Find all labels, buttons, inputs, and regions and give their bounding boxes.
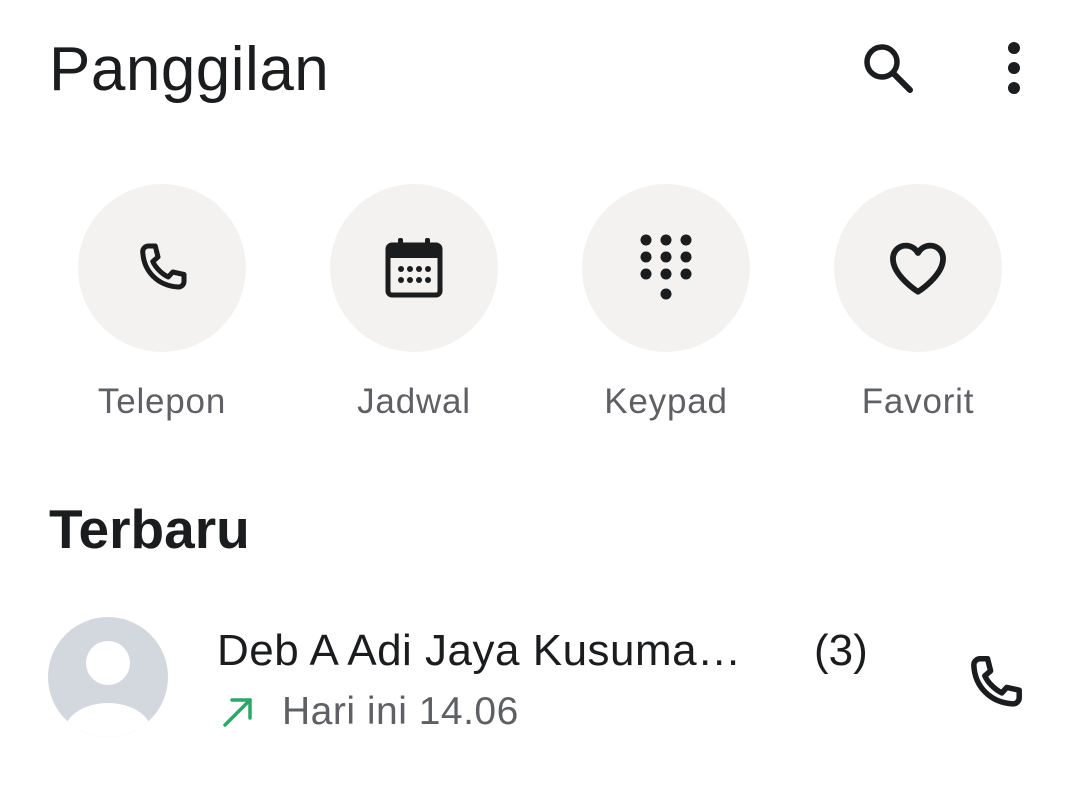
call-count: (3) — [814, 626, 868, 675]
dialpad-icon — [640, 234, 692, 300]
contact-name: Deb A Adi Jaya Kusuma… — [217, 626, 742, 675]
search-icon — [864, 44, 913, 93]
call-time: Hari ini 14.06 — [282, 690, 519, 733]
person-icon — [64, 641, 152, 737]
call-meta: Hari ini 14.06 — [220, 688, 519, 736]
action-favorit[interactable]: Favorit — [818, 184, 1018, 424]
section-title: Terbaru — [49, 498, 250, 560]
action-circle[interactable] — [330, 184, 498, 352]
phone-icon — [140, 243, 187, 290]
page-title: Panggilan — [49, 35, 330, 104]
action-circle[interactable] — [834, 184, 1002, 352]
action-label: Telepon — [97, 382, 227, 421]
search-button[interactable] — [850, 30, 926, 106]
call-back-button[interactable] — [960, 648, 1030, 718]
calendar-icon — [385, 238, 443, 298]
phone-icon — [971, 656, 1022, 707]
action-label: Jadwal — [357, 382, 471, 421]
quick-actions: Telepon Jadwal Keypad Favorit — [0, 184, 1074, 434]
more-options-button[interactable] — [984, 30, 1044, 106]
action-circle[interactable] — [582, 184, 750, 352]
action-jadwal[interactable]: Jadwal — [314, 184, 514, 424]
action-label: Favorit — [861, 382, 975, 421]
heart-icon — [890, 242, 946, 295]
action-label: Keypad — [604, 382, 728, 421]
call-log-item[interactable]: Deb A Adi Jaya Kusuma… (3) Hari ini 14.0… — [0, 600, 1074, 750]
outgoing-call-arrow-icon — [223, 698, 252, 727]
action-keypad[interactable]: Keypad — [566, 184, 766, 424]
calls-screen: Panggilan Telepon Jadwal Keypad Favorit … — [0, 0, 1074, 806]
avatar[interactable] — [48, 617, 168, 737]
more-vert-icon — [1008, 42, 1020, 94]
action-telepon[interactable]: Telepon — [62, 184, 262, 424]
action-circle[interactable] — [78, 184, 246, 352]
